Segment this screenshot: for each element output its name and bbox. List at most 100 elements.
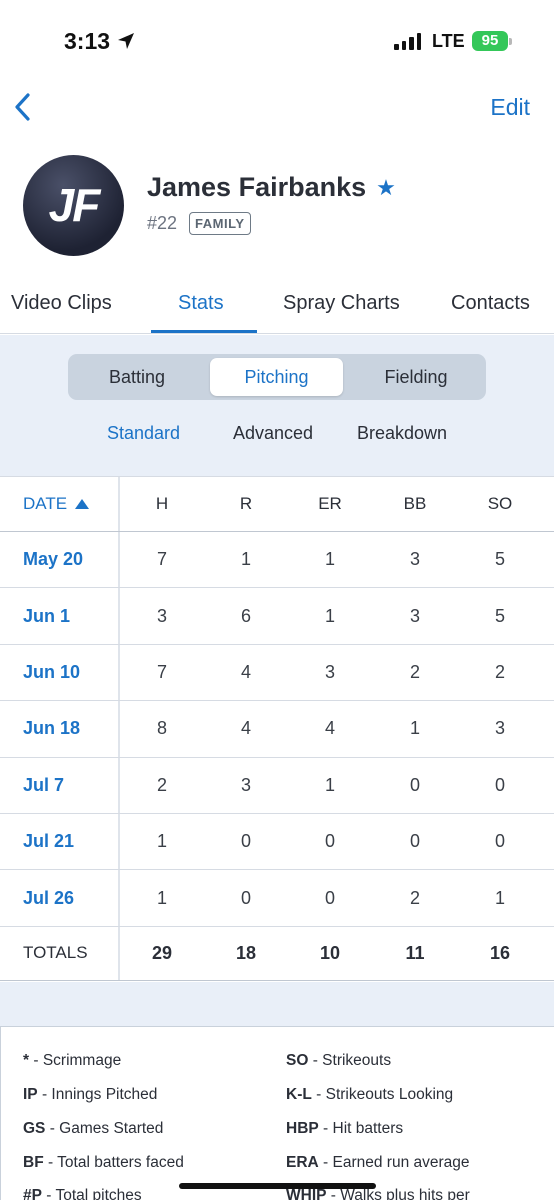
- game-date-link[interactable]: Jun 1: [23, 588, 70, 643]
- cell-h: 7: [156, 661, 167, 682]
- table-row[interactable]: Jul 21 1 0 0 0 0: [0, 813, 554, 871]
- column-header-so[interactable]: SO: [470, 477, 530, 531]
- player-name-row: James Fairbanks ★: [147, 172, 396, 203]
- table-row[interactable]: Jun 18 8 4 4 1 3: [0, 701, 554, 758]
- cell-r: 3: [240, 774, 251, 795]
- column-divider: [118, 813, 120, 870]
- tab-bar: Video Clips Stats Spray Charts Contacts: [0, 274, 554, 334]
- cell-er: 1: [324, 549, 335, 570]
- column-header-r[interactable]: R: [216, 477, 276, 531]
- total-h: 29: [151, 942, 173, 963]
- legend-item: IP - Innings Pitched: [23, 1086, 158, 1103]
- player-name: James Fairbanks: [147, 172, 367, 202]
- column-divider: [118, 870, 120, 926]
- date-column-header[interactable]: DATE: [23, 477, 90, 531]
- cell-bb: 1: [409, 718, 420, 739]
- back-chevron-icon[interactable]: [10, 92, 40, 122]
- legend-item: ERA - Earned run average: [286, 1154, 470, 1171]
- subtab-standard[interactable]: Standard: [107, 423, 180, 444]
- tab-video-clips[interactable]: Video Clips: [11, 292, 112, 315]
- column-header-h[interactable]: H: [132, 477, 192, 531]
- table-row[interactable]: May 20 7 1 1 3 5: [0, 532, 554, 589]
- segment-fielding[interactable]: Fielding: [350, 358, 482, 396]
- cell-bb: 0: [409, 774, 420, 795]
- table-header-row: DATE H R ER BB SO: [0, 476, 554, 532]
- cell-r: 6: [240, 605, 251, 626]
- cell-so: 0: [494, 774, 505, 795]
- table-row[interactable]: Jul 7 2 3 1 0 0: [0, 757, 554, 814]
- status-time: 3:13: [64, 28, 111, 54]
- tab-contacts[interactable]: Contacts: [451, 292, 530, 315]
- signal-icon: [394, 33, 421, 50]
- total-er: 10: [319, 942, 341, 963]
- game-date-link[interactable]: May 20: [23, 532, 83, 587]
- cell-r: 0: [240, 887, 251, 908]
- cell-bb: 2: [409, 887, 420, 908]
- table-row[interactable]: Jun 1 3 6 1 3 5: [0, 588, 554, 645]
- location-arrow-icon: [118, 33, 134, 49]
- cell-er: 1: [324, 605, 335, 626]
- sort-ascending-icon: [75, 499, 90, 509]
- network-label: LTE: [432, 31, 465, 51]
- cell-r: 4: [240, 718, 251, 739]
- column-header-bb[interactable]: BB: [385, 477, 445, 531]
- cell-er: 3: [324, 661, 335, 682]
- stats-filter-panel: Batting Pitching Fielding Standard Advan…: [0, 335, 554, 476]
- column-divider: [118, 926, 120, 980]
- tab-stats[interactable]: Stats: [178, 292, 224, 315]
- game-date-link[interactable]: Jun 10: [23, 645, 80, 700]
- segment-pitching[interactable]: Pitching: [210, 358, 343, 396]
- home-indicator[interactable]: [179, 1183, 376, 1189]
- subtab-breakdown[interactable]: Breakdown: [357, 423, 447, 444]
- cell-h: 8: [156, 718, 167, 739]
- cell-er: 0: [324, 831, 335, 852]
- totals-row: TOTALS 29 18 10 11 16: [0, 926, 554, 981]
- cell-h: 3: [156, 605, 167, 626]
- cell-bb: 0: [409, 831, 420, 852]
- legend-item: K-L - Strikeouts Looking: [286, 1086, 454, 1103]
- column-divider: [118, 588, 120, 644]
- cell-h: 1: [156, 831, 167, 852]
- total-so: 16: [489, 942, 511, 963]
- game-date-link[interactable]: Jul 26: [23, 870, 74, 925]
- battery-tip: [509, 38, 512, 45]
- cell-er: 1: [324, 774, 335, 795]
- cell-so: 3: [494, 718, 505, 739]
- total-r: 18: [235, 942, 257, 963]
- date-header-label: DATE: [23, 494, 68, 513]
- segment-batting[interactable]: Batting: [72, 358, 202, 396]
- star-icon[interactable]: ★: [376, 175, 396, 201]
- stats-legend: * - Scrimmage SO - Strikeouts IP - Innin…: [0, 1026, 554, 1200]
- table-row[interactable]: Jul 26 1 0 0 2 1: [0, 870, 554, 927]
- active-tab-indicator: [151, 330, 257, 333]
- cell-er: 4: [324, 718, 335, 739]
- column-header-er[interactable]: ER: [300, 477, 360, 531]
- stat-type-segmented-control: Batting Pitching Fielding: [68, 354, 486, 400]
- cell-h: 2: [156, 774, 167, 795]
- jersey-number: #22: [147, 213, 178, 233]
- game-date-link[interactable]: Jun 18: [23, 701, 80, 756]
- legend-item: GS - Games Started: [23, 1120, 164, 1137]
- subtab-advanced[interactable]: Advanced: [233, 423, 313, 444]
- cell-so: 5: [494, 605, 505, 626]
- game-date-link[interactable]: Jul 7: [23, 758, 64, 813]
- legend-item: HBP - Hit batters: [286, 1120, 404, 1137]
- cell-h: 1: [156, 887, 167, 908]
- cell-h: 7: [156, 549, 167, 570]
- totals-label: TOTALS: [23, 943, 88, 963]
- table-row[interactable]: Jun 10 7 4 3 2 2: [0, 644, 554, 702]
- avatar: JF: [23, 155, 124, 256]
- column-divider: [118, 532, 120, 588]
- column-divider: [118, 644, 120, 701]
- cell-r: 1: [240, 549, 251, 570]
- total-bb: 11: [405, 942, 425, 963]
- family-badge: FAMILY: [189, 212, 251, 235]
- legend-item: #P - Total pitches: [23, 1187, 142, 1200]
- cell-bb: 3: [409, 605, 420, 626]
- tab-spray-charts[interactable]: Spray Charts: [283, 292, 400, 315]
- edit-button[interactable]: Edit: [490, 94, 530, 121]
- cell-r: 0: [240, 831, 251, 852]
- cell-bb: 2: [409, 661, 420, 682]
- game-date-link[interactable]: Jul 21: [23, 814, 74, 869]
- cell-r: 4: [240, 661, 251, 682]
